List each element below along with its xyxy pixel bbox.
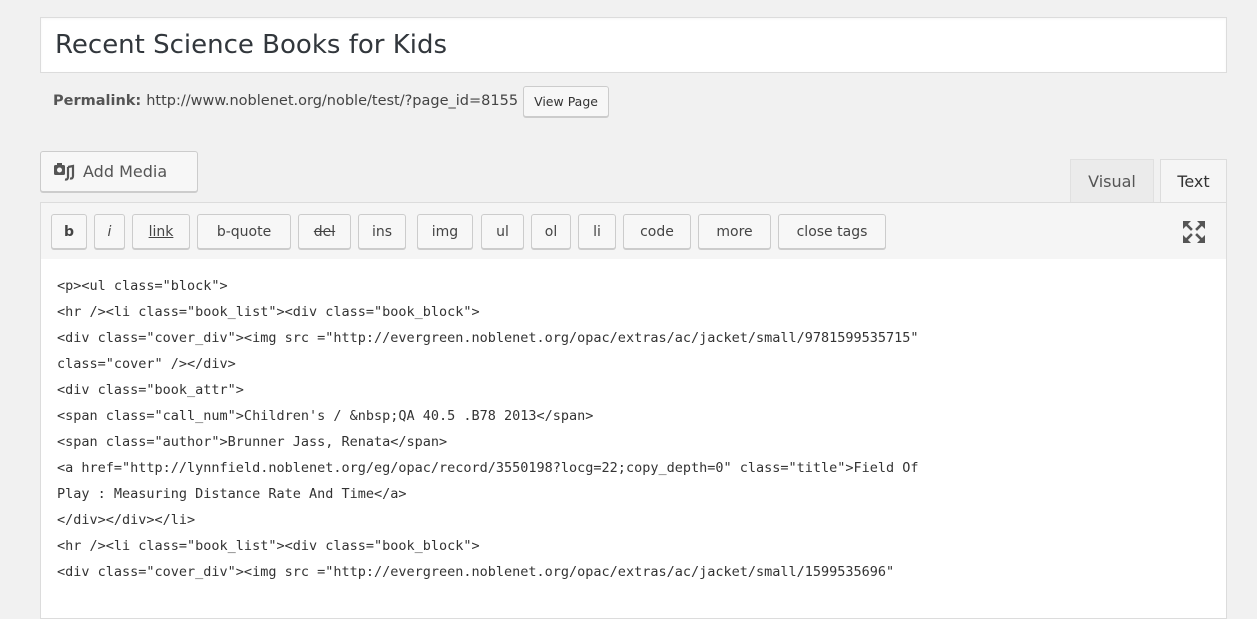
tab-visual[interactable]: Visual: [1070, 159, 1154, 203]
post-title-input[interactable]: Recent Science Books for Kids: [40, 17, 1227, 73]
quicktag-del-button[interactable]: del: [298, 214, 351, 249]
quicktag-li-button[interactable]: li: [578, 214, 616, 249]
code-line: <hr /><li class="book_list"><div class="…: [57, 538, 480, 554]
code-line: <p><ul class="block">: [57, 278, 228, 294]
quicktag-code-button[interactable]: code: [623, 214, 691, 249]
media-icon: [53, 162, 75, 182]
code-line: <a href="http://lynnfield.noblenet.org/e…: [57, 460, 919, 476]
fullscreen-icon[interactable]: [1180, 218, 1208, 246]
code-line: <hr /><li class="book_list"><div class="…: [57, 304, 480, 320]
quicktag-more-button[interactable]: more: [698, 214, 771, 249]
permalink-row: Permalink: http://www.noblenet.org/noble…: [53, 84, 609, 118]
code-line: class="cover" /></div>: [57, 356, 236, 372]
quicktag-ol-button[interactable]: ol: [531, 214, 571, 249]
quicktag-b-quote-button[interactable]: b-quote: [197, 214, 291, 249]
view-page-button[interactable]: View Page: [523, 85, 609, 117]
html-editor-textarea[interactable]: <p><ul class="block"> <hr /><li class="b…: [40, 259, 1227, 619]
quicktag-img-button[interactable]: img: [417, 214, 473, 249]
quicktag-close-tags-button[interactable]: close tags: [778, 214, 886, 249]
quicktag-link-button[interactable]: link: [132, 214, 190, 249]
quicktag-b-button[interactable]: b: [51, 214, 87, 249]
code-line: <span class="author">Brunner Jass, Renat…: [57, 434, 448, 450]
code-line: <div class="book_attr">: [57, 382, 244, 398]
permalink-label: Permalink:: [53, 93, 142, 109]
add-media-label: Add Media: [83, 162, 168, 181]
quicktags-toolbar: b i link b-quote del ins img ul ol li co…: [40, 202, 1227, 260]
quicktag-ins-button[interactable]: ins: [358, 214, 406, 249]
code-line: Play : Measuring Distance Rate And Time<…: [57, 486, 407, 502]
code-line: </div></div></li>: [57, 512, 196, 528]
permalink-url[interactable]: http://www.noblenet.org/noble/test/?page…: [146, 93, 518, 109]
add-media-button[interactable]: Add Media: [40, 151, 198, 192]
tab-text[interactable]: Text: [1160, 159, 1227, 203]
quicktag-i-button[interactable]: i: [94, 214, 125, 249]
editor-content: <p><ul class="block"> <hr /><li class="b…: [57, 273, 1217, 585]
code-line: <div class="cover_div"><img src ="http:/…: [57, 564, 895, 580]
code-line: <div class="cover_div"><img src ="http:/…: [57, 330, 919, 346]
quicktag-ul-button[interactable]: ul: [481, 214, 524, 249]
code-line: <span class="call_num">Children's / &nbs…: [57, 408, 594, 424]
